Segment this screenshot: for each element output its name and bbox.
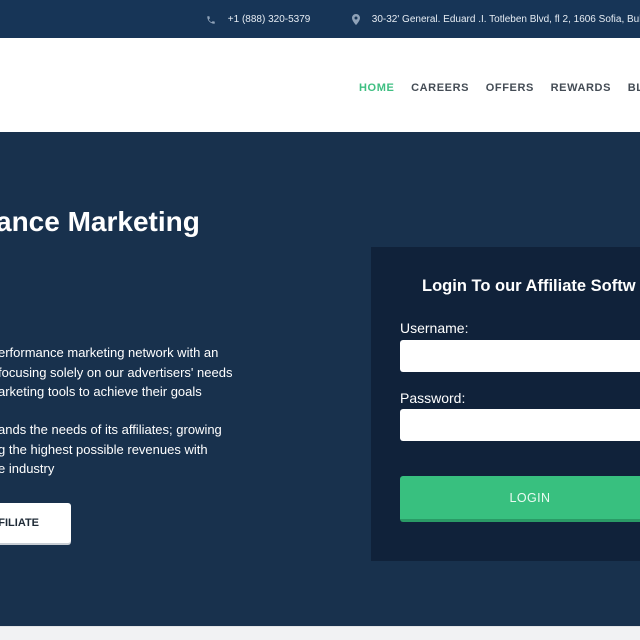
cta-label: FILIATE [0,517,39,529]
username-input[interactable] [400,340,640,372]
become-affiliate-button[interactable]: FILIATE [0,503,71,543]
nav-item-careers[interactable]: CAREERS [411,82,469,94]
contact-phone[interactable]: +1 (888) 320-5379 [206,14,310,25]
top-info-bar: +1 (888) 320-5379 30-32' General. Eduard… [0,0,640,38]
hero-paragraph-2: ands the needs of its affiliates; growin… [0,420,222,479]
page: +1 (888) 320-5379 30-32' General. Eduard… [0,0,640,640]
phone-icon [207,15,215,24]
login-panel: Login To our Affiliate Softw Username: P… [371,247,640,561]
bottom-strip [0,626,640,640]
login-button[interactable]: LOGIN [400,476,640,522]
login-title: Login To our Affiliate Softw [422,277,636,295]
password-label: Password: [400,390,466,406]
nav-item-blog[interactable]: BLO [628,82,640,94]
login-button-label: LOGIN [509,490,551,505]
nav-item-rewards[interactable]: REWARDS [551,82,611,94]
hero-section: ance Marketing erformance marketing netw… [0,132,640,626]
site-header: HOME CAREERS OFFERS REWARDS BLO [0,38,640,132]
nav-item-home[interactable]: HOME [359,82,394,94]
nav-item-offers[interactable]: OFFERS [486,82,534,94]
username-label: Username: [400,320,469,336]
hero-paragraph-1: erformance marketing network with an foc… [0,343,232,402]
hero-paragraph-line: ands the needs of its affiliates; growin… [0,422,222,437]
hero-paragraph-line: g the highest possible revenues with [0,441,208,457]
phone-number: +1 (888) 320-5379 [227,14,311,25]
hero-paragraph-line: focusing solely on our advertisers' need… [0,364,233,380]
password-input[interactable] [400,409,640,441]
map-pin-icon [352,14,360,25]
address-text: 30-32' General. Eduard .I. Totleben Blvd… [371,14,640,25]
hero-title: ance Marketing [0,206,200,237]
main-nav: HOME CAREERS OFFERS REWARDS BLO [359,82,640,94]
hero-paragraph-line: e industry [0,461,55,476]
hero-paragraph-line: arketing tools to achieve their goals [0,384,202,399]
contact-address: 30-32' General. Eduard .I. Totleben Blvd… [352,14,640,25]
hero-paragraph-line: erformance marketing network with an [0,345,219,360]
